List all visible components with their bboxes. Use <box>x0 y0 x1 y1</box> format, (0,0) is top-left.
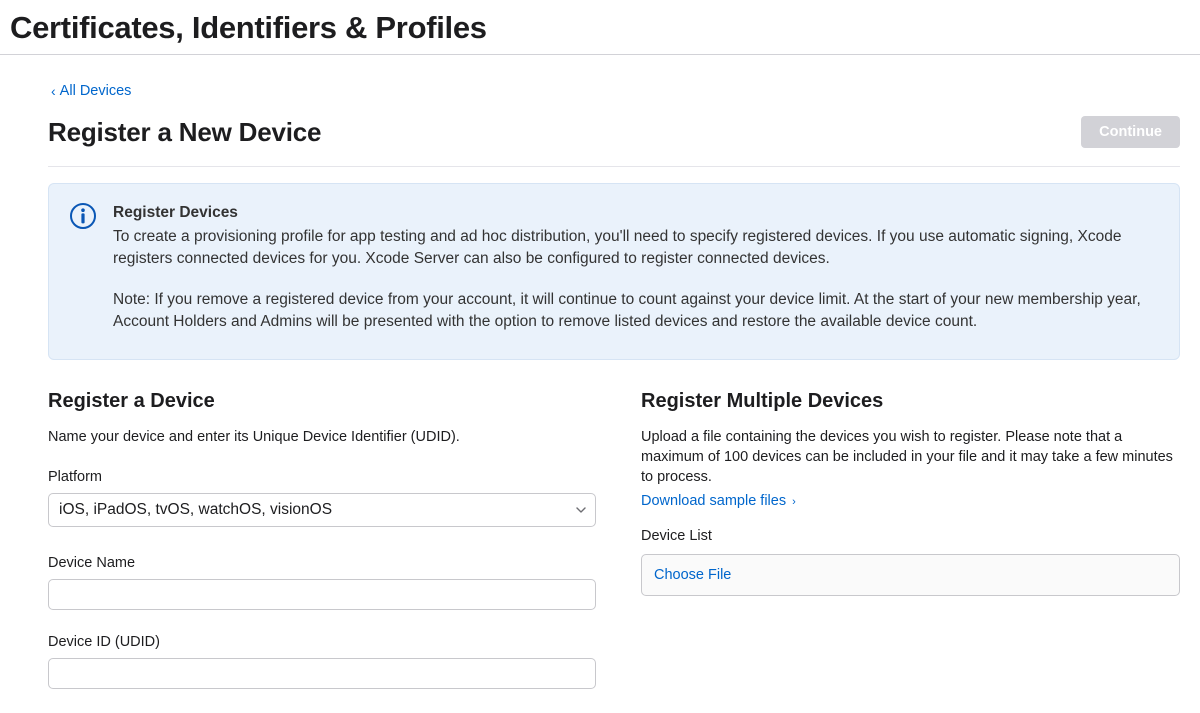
info-paragraph-2: Note: If you remove a registered device … <box>113 289 1159 332</box>
header-bar: Certificates, Identifiers & Profiles <box>0 0 1200 55</box>
register-single-column: Register a Device Name your device and e… <box>48 390 596 713</box>
device-name-label: Device Name <box>48 555 596 571</box>
multi-section-desc: Upload a file containing the devices you… <box>641 427 1180 488</box>
page-title: Register a New Device <box>48 117 321 148</box>
download-sample-label: Download sample files <box>641 493 786 509</box>
info-icon <box>69 202 97 230</box>
register-multiple-column: Register Multiple Devices Upload a file … <box>621 390 1180 713</box>
info-title: Register Devices <box>113 204 1159 222</box>
platform-select[interactable]: iOS, iPadOS, tvOS, watchOS, visionOS <box>48 493 596 527</box>
page-header-title: Certificates, Identifiers & Profiles <box>10 10 1190 46</box>
platform-select-value: iOS, iPadOS, tvOS, watchOS, visionOS <box>59 501 332 519</box>
info-panel: Register Devices To create a provisionin… <box>48 183 1180 360</box>
title-row: Register a New Device Continue <box>48 116 1180 167</box>
device-list-label: Device List <box>641 528 1180 544</box>
chevron-left-icon: ‹ <box>51 83 56 99</box>
info-paragraph-1: To create a provisioning profile for app… <box>113 226 1159 269</box>
device-udid-label: Device ID (UDID) <box>48 634 596 650</box>
multi-section-title: Register Multiple Devices <box>641 390 1180 413</box>
single-section-title: Register a Device <box>48 390 596 413</box>
content-area: ‹ All Devices Register a New Device Cont… <box>0 55 1190 713</box>
device-name-input[interactable] <box>48 579 596 610</box>
device-list-file-box[interactable]: Choose File <box>641 554 1180 596</box>
download-sample-link[interactable]: Download sample files › <box>641 493 796 509</box>
back-to-devices-link[interactable]: ‹ All Devices <box>51 83 131 99</box>
form-columns: Register a Device Name your device and e… <box>48 390 1180 713</box>
platform-label: Platform <box>48 469 596 485</box>
info-text: Register Devices To create a provisionin… <box>113 204 1159 333</box>
chevron-right-icon: › <box>789 496 796 508</box>
back-link-label: All Devices <box>60 83 132 99</box>
single-section-desc: Name your device and enter its Unique De… <box>48 427 596 447</box>
choose-file-link[interactable]: Choose File <box>654 567 731 583</box>
continue-button[interactable]: Continue <box>1081 116 1180 148</box>
device-udid-input[interactable] <box>48 658 596 689</box>
